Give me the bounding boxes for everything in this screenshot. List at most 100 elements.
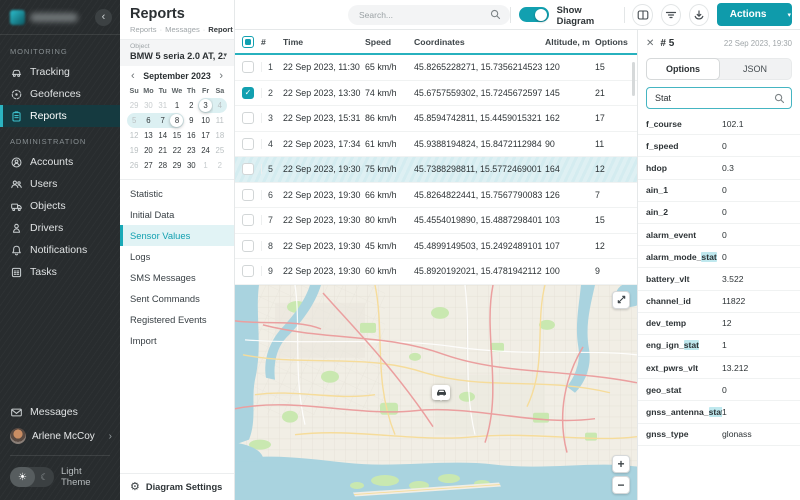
filter-button[interactable] bbox=[661, 4, 681, 26]
sidebar-item-tasks[interactable]: Tasks bbox=[0, 261, 120, 283]
breadcrumb-messages[interactable]: Messages bbox=[165, 25, 200, 34]
param-row[interactable]: hdop0.3 bbox=[638, 157, 800, 179]
map-expand-button[interactable] bbox=[612, 291, 630, 309]
tab-json[interactable]: JSON bbox=[719, 59, 791, 79]
sidebar-item-drivers[interactable]: Drivers bbox=[0, 217, 120, 239]
sidebar-item-objects[interactable]: Objects bbox=[0, 195, 120, 217]
menu-item-registered-events[interactable]: Registered Events bbox=[120, 309, 234, 330]
menu-item-statistic[interactable]: Statistic bbox=[120, 183, 234, 204]
menu-item-sensor-values[interactable]: Sensor Values bbox=[120, 225, 234, 246]
row-checkbox[interactable] bbox=[242, 163, 254, 175]
search-input[interactable] bbox=[357, 9, 490, 21]
user-menu[interactable]: Arlene McCoy › bbox=[0, 423, 120, 449]
calendar-day[interactable]: 15 bbox=[170, 128, 184, 143]
table-row[interactable]: 922 Sep 2023, 19:3060 km/h45.8920192021,… bbox=[235, 259, 637, 285]
param-row[interactable]: battery_vlt3.522 bbox=[638, 268, 800, 290]
row-checkbox[interactable]: ✓ bbox=[242, 87, 254, 99]
table-row[interactable]: 522 Sep 2023, 19:3075 km/h45.7388298811,… bbox=[235, 157, 637, 183]
table-row[interactable]: 322 Sep 2023, 15:3186 km/h45.8594742811,… bbox=[235, 106, 637, 132]
object-select[interactable]: Object BMW 5 seria 2.0 AT, 2... ▾ bbox=[120, 39, 234, 66]
param-row[interactable]: ain_20 bbox=[638, 202, 800, 224]
tab-options[interactable]: Options bbox=[646, 58, 720, 80]
row-checkbox[interactable] bbox=[242, 138, 254, 150]
table-row[interactable]: 122 Sep 2023, 11:3065 km/h45.8265228271,… bbox=[235, 55, 637, 81]
menu-item-initial-data[interactable]: Initial Data bbox=[120, 204, 234, 225]
calendar-day[interactable]: 20 bbox=[141, 143, 155, 158]
table-row[interactable]: 622 Sep 2023, 19:3066 km/h45.8264822441,… bbox=[235, 183, 637, 209]
calendar-day[interactable]: 1 bbox=[170, 98, 184, 113]
calendar-day[interactable]: 12 bbox=[127, 128, 141, 143]
calendar-day[interactable]: 11 bbox=[213, 113, 227, 128]
param-row[interactable]: gnss_typeglonass bbox=[638, 424, 800, 446]
calendar-day[interactable]: 9 bbox=[184, 113, 198, 128]
calendar-next-button[interactable]: › bbox=[217, 71, 225, 81]
sidebar-item-notifications[interactable]: Notifications bbox=[0, 239, 120, 261]
calendar-day[interactable]: 1 bbox=[198, 158, 212, 173]
param-row[interactable]: f_course102.1 bbox=[638, 113, 800, 135]
columns-button[interactable] bbox=[632, 4, 652, 26]
calendar-day[interactable]: 26 bbox=[127, 158, 141, 173]
close-icon[interactable]: ✕ bbox=[646, 38, 654, 49]
param-row[interactable]: eng_ign_stat1 bbox=[638, 335, 800, 357]
calendar-day[interactable]: 30 bbox=[184, 158, 198, 173]
calendar-day[interactable]: 2 bbox=[213, 158, 227, 173]
table-row[interactable]: 822 Sep 2023, 19:3045 km/h45.4899149503,… bbox=[235, 234, 637, 260]
calendar-day[interactable]: 30 bbox=[141, 98, 155, 113]
theme-toggle[interactable]: ☀ ☾ bbox=[10, 467, 54, 487]
calendar-day[interactable]: 18 bbox=[213, 128, 227, 143]
vehicle-marker[interactable] bbox=[432, 385, 450, 400]
params-search-input[interactable] bbox=[653, 92, 774, 104]
calendar-day[interactable]: 3 bbox=[198, 98, 212, 113]
diagram-settings-button[interactable]: ⚙ Diagram Settings bbox=[120, 473, 234, 500]
row-checkbox[interactable] bbox=[242, 61, 254, 73]
table-row[interactable]: ✓222 Sep 2023, 13:3074 km/h45.6757559302… bbox=[235, 81, 637, 107]
calendar-day[interactable]: 28 bbox=[156, 158, 170, 173]
menu-item-sent-commands[interactable]: Sent Commands bbox=[120, 288, 234, 309]
calendar-day[interactable]: 5 bbox=[127, 113, 141, 128]
calendar-day[interactable]: 22 bbox=[170, 143, 184, 158]
sidebar-item-accounts[interactable]: Accounts bbox=[0, 151, 120, 173]
calendar-day[interactable]: 24 bbox=[198, 143, 212, 158]
table-row[interactable]: 722 Sep 2023, 19:3080 km/h45.4554019890,… bbox=[235, 208, 637, 234]
sidebar-collapse-button[interactable]: ‹ bbox=[95, 9, 112, 26]
select-all-checkbox[interactable] bbox=[242, 36, 254, 48]
sidebar-item-users[interactable]: Users bbox=[0, 173, 120, 195]
breadcrumb-report[interactable]: Report bbox=[208, 25, 232, 34]
param-row[interactable]: ain_10 bbox=[638, 180, 800, 202]
column-header-altitude-m[interactable]: Altitude, m bbox=[545, 37, 595, 47]
sidebar-item-messages[interactable]: Messages bbox=[0, 401, 120, 423]
row-checkbox[interactable] bbox=[242, 189, 254, 201]
calendar-day[interactable]: 29 bbox=[170, 158, 184, 173]
calendar-day[interactable]: 31 bbox=[156, 98, 170, 113]
menu-item-logs[interactable]: Logs bbox=[120, 246, 234, 267]
column-header-time[interactable]: Time bbox=[283, 37, 365, 47]
calendar-day[interactable]: 25 bbox=[213, 143, 227, 158]
table-scrollbar[interactable] bbox=[632, 62, 635, 96]
actions-button[interactable]: Actions bbox=[717, 3, 780, 26]
row-checkbox[interactable] bbox=[242, 265, 254, 277]
column-header-coordinates[interactable]: Coordinates bbox=[414, 37, 545, 47]
param-row[interactable]: f_speed0 bbox=[638, 135, 800, 157]
param-row[interactable]: alarm_mode_stat0 bbox=[638, 246, 800, 268]
param-row[interactable]: ext_pwrs_vlt13.212 bbox=[638, 357, 800, 379]
sidebar-item-geofences[interactable]: Geofences bbox=[0, 83, 120, 105]
calendar-day[interactable]: 7 bbox=[156, 113, 170, 128]
param-row[interactable]: gnss_antenna_stat1 bbox=[638, 401, 800, 423]
calendar-day[interactable]: 17 bbox=[198, 128, 212, 143]
calendar-day[interactable]: 8 bbox=[170, 113, 184, 128]
column-header-speed[interactable]: Speed bbox=[365, 37, 414, 47]
calendar-day[interactable]: 14 bbox=[156, 128, 170, 143]
param-row[interactable]: alarm_event0 bbox=[638, 224, 800, 246]
row-checkbox[interactable] bbox=[242, 112, 254, 124]
sidebar-item-tracking[interactable]: Tracking bbox=[0, 61, 120, 83]
column-header-[interactable]: # bbox=[261, 37, 283, 47]
map[interactable]: + − bbox=[235, 285, 637, 500]
calendar-prev-button[interactable]: ‹ bbox=[129, 71, 137, 81]
calendar-day[interactable]: 23 bbox=[184, 143, 198, 158]
row-checkbox[interactable] bbox=[242, 240, 254, 252]
calendar-day[interactable]: 21 bbox=[156, 143, 170, 158]
calendar-day[interactable]: 19 bbox=[127, 143, 141, 158]
table-row[interactable]: 422 Sep 2023, 17:3461 km/h45.9388194824,… bbox=[235, 132, 637, 158]
map-zoom-out-button[interactable]: − bbox=[612, 476, 630, 494]
calendar-day[interactable]: 13 bbox=[141, 128, 155, 143]
